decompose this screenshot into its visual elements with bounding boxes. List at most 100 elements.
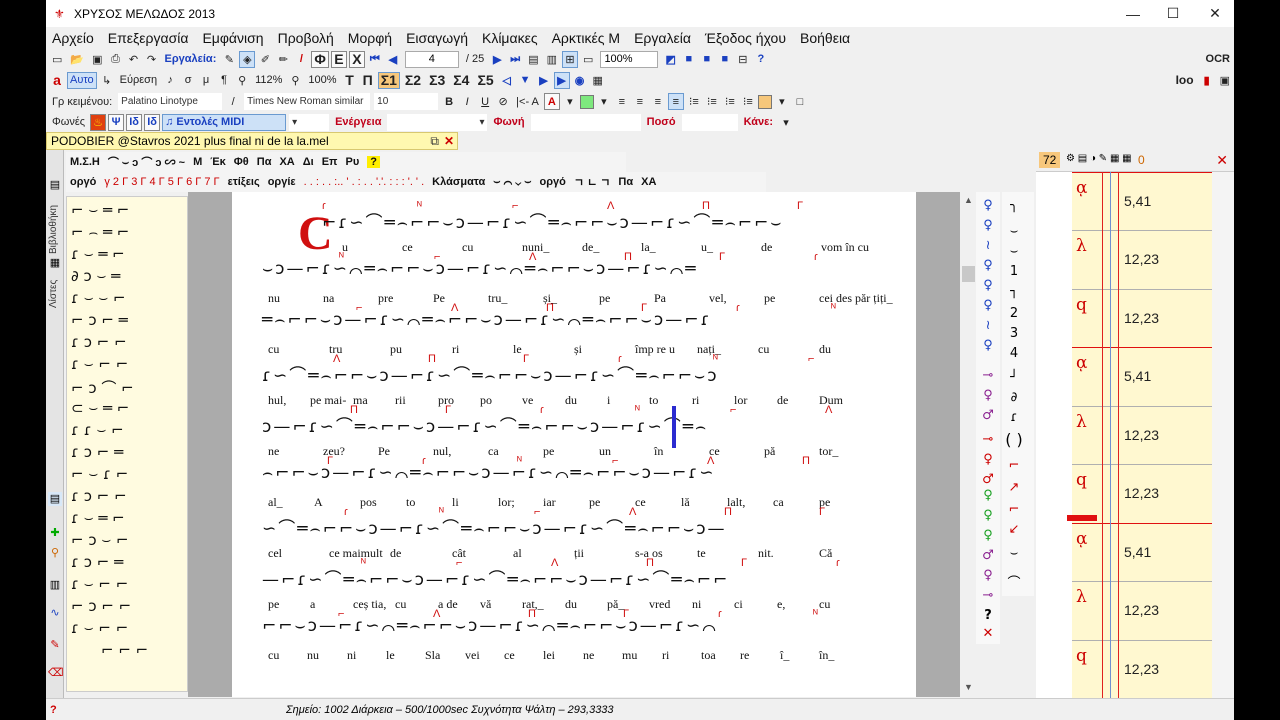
lyric-syllable[interactable]: pe	[268, 597, 279, 612]
lyric-syllable[interactable]: to	[649, 393, 658, 408]
neume-line[interactable]: ⌢⌐⌐⌣ↄ—⌐ɾ∽⌒═⌢⌐⌐⌣ↄ—⌐ɾ∽⌒═⌢⌐⌐⌣ↄ—⌐ɾ∽ Γɾ ᴺ ⌐ Λ Π	[262, 455, 882, 485]
palette-symbol[interactable]: 2	[1002, 306, 1026, 321]
first-page-icon[interactable]: ⏮	[367, 51, 383, 68]
palette-symbol[interactable]: ( )	[1002, 430, 1026, 449]
neume-glyph[interactable]: ⌐ ⌐ ⌐	[101, 641, 148, 659]
lists-tab[interactable]: Λίστες	[48, 272, 62, 308]
palette-symbol[interactable]: ≀	[976, 318, 1000, 333]
neume-glyph[interactable]: ⌐ ↄ ⌒ ⌐	[71, 377, 134, 398]
print-icon[interactable]: ⎙	[108, 51, 124, 68]
menu-appearance[interactable]: Εμφάνιση	[202, 30, 263, 46]
lyric-syllable[interactable]: ce	[635, 495, 646, 510]
glyph-tab-fractions[interactable]: Κλάσματα	[432, 176, 485, 188]
glyph-tab-ek[interactable]: Έκ	[210, 156, 226, 168]
lyric-syllable[interactable]: li	[452, 495, 459, 510]
palette-symbol[interactable]: ♀	[976, 528, 1000, 543]
lyric-syllable[interactable]: tru_	[488, 291, 507, 306]
lyric-syllable[interactable]: ce maimult	[329, 546, 383, 561]
neume-line[interactable]: ═⌢⌐⌐⌣ↄ—⌐ɾ∽⌒═⌢⌐⌐⌣ↄ—⌐ɾ∽⌒═⌢⌐⌐⌣ↄ—⌐ɾ ⌐ Λ Π Γɾ ᴺ	[262, 302, 882, 332]
panel-tools-icon[interactable]: ⚙ ▤ ◑ ✎ ▦ ▦	[1066, 153, 1132, 164]
lyric-syllable[interactable]: a	[310, 597, 315, 612]
palette-symbol[interactable]: ♀	[976, 452, 1000, 467]
side-icon-2[interactable]: ▦	[48, 256, 62, 270]
psi-button[interactable]: Ψ	[108, 113, 125, 131]
menu-help[interactable]: Βοήθεια	[800, 30, 850, 46]
p-button[interactable]: Π	[360, 72, 376, 89]
zoom-select[interactable]: 100%	[600, 50, 659, 68]
neume-glyph[interactable]: ɾ ⌣ ⌐ ⌐	[71, 355, 128, 373]
lyric-syllable[interactable]: de	[777, 393, 788, 408]
palette-symbol[interactable]: ♀	[976, 218, 1000, 233]
align-center-icon[interactable]: ≡	[632, 93, 648, 110]
glyph-tab-xa[interactable]: ΧΑ	[279, 156, 294, 168]
lyric-syllable[interactable]: pe mai-	[310, 393, 346, 408]
glyph-tab-ep[interactable]: Επ	[322, 156, 338, 168]
align-right-icon[interactable]: ≡	[650, 93, 666, 110]
pitch-row-value[interactable]: 5,41	[1124, 544, 1151, 560]
text-color-button[interactable]: A	[543, 93, 560, 110]
lyric-syllable[interactable]: Pa	[654, 291, 666, 306]
ocr-button[interactable]: OCR	[1206, 53, 1230, 65]
palette-symbol[interactable]: ⊸	[976, 432, 1000, 447]
list-icon-3[interactable]: ⁝≡	[722, 93, 738, 110]
pencil-icon[interactable]: ✏	[275, 51, 291, 68]
lyric-syllable[interactable]: du	[565, 597, 577, 612]
palette-symbol[interactable]: ɾ	[1002, 410, 1026, 425]
tool-icon-5[interactable]: ⚲	[234, 72, 250, 89]
palette-symbol[interactable]: ↙	[1002, 522, 1026, 537]
palette-symbol[interactable]: ⌒	[1002, 572, 1026, 591]
lyric-syllable[interactable]: le	[513, 342, 522, 357]
neume-glyph[interactable]: ɾ ↄ ⌐ ⌐	[71, 487, 127, 505]
layout-icon-4[interactable]: ■	[717, 51, 733, 68]
close-button[interactable]: ✕	[1192, 0, 1234, 27]
glyph-dots[interactable]: . . : . . :.. ' . : . . '.'. : : : '. ' …	[304, 176, 425, 188]
menu-scales[interactable]: Κλίμακες	[482, 30, 538, 46]
dropdown-arrow-icon[interactable]: ▾	[778, 114, 794, 131]
lyric-syllable[interactable]: a de	[438, 597, 458, 612]
pitch-row-value[interactable]: 5,41	[1124, 193, 1151, 209]
palette-symbol[interactable]: ♀	[976, 568, 1000, 583]
lyric-syllable[interactable]: e,	[777, 597, 785, 612]
lyric-syllable[interactable]: un	[599, 444, 611, 459]
lyric-syllable[interactable]: iar	[543, 495, 556, 510]
palette-symbol[interactable]: ⊸	[976, 368, 1000, 383]
tool-icon-3[interactable]: σ	[180, 72, 196, 89]
palette-symbol[interactable]: 1	[1002, 264, 1026, 279]
voice-fire-icon[interactable]: ♨	[90, 113, 107, 131]
lyric-syllable[interactable]: pe	[543, 444, 554, 459]
lyric-syllable[interactable]: în	[654, 444, 663, 459]
open-folder-icon[interactable]: 📂	[67, 51, 87, 68]
lyric-syllable[interactable]: ții	[574, 546, 584, 561]
fill-color-icon[interactable]	[757, 94, 772, 109]
palette-symbol[interactable]: ⌐	[1002, 458, 1026, 473]
sigma4-button[interactable]: Σ4	[450, 72, 472, 89]
palette-symbol[interactable]: ♀	[976, 508, 1000, 523]
panel-close-button[interactable]: ✕	[1216, 152, 1228, 169]
scroll-down-icon[interactable]: ▼	[964, 682, 973, 692]
lyric-syllable[interactable]: vel,	[709, 291, 727, 306]
undock-icon[interactable]: ⧉	[430, 133, 439, 149]
palette-help-icon[interactable]: ?	[976, 608, 1000, 623]
palette-symbol[interactable]: ∂	[1002, 390, 1026, 405]
lyric-syllable[interactable]: ri	[662, 648, 669, 663]
palette-symbol[interactable]: ♀	[976, 258, 1000, 273]
panel-number[interactable]: 72	[1039, 152, 1061, 168]
list-icon-4[interactable]: ⁝≡	[740, 93, 756, 110]
lyric-syllable[interactable]: le	[386, 648, 395, 663]
palette-close-icon[interactable]: ✕	[976, 626, 1000, 641]
dropdown-arrow-icon[interactable]: ▾	[774, 93, 790, 110]
chart-icon[interactable]: ∿	[48, 606, 62, 620]
lyric-syllable[interactable]: pe	[589, 495, 600, 510]
next-page-icon[interactable]: ▶	[489, 51, 505, 68]
right-tool-label[interactable]: Ιoo	[1176, 73, 1194, 87]
lyric-syllable[interactable]: Pe	[433, 291, 445, 306]
tool-icon-7[interactable]: ⊘	[495, 93, 511, 110]
red-pen-icon[interactable]: /	[293, 51, 309, 68]
panel-body[interactable]: ᾳ 5,41 λ 12,23 q 12,23 ᾳ 5,41 λ 12,23 q 12,23 ᾳ 5,41 λ…	[1072, 172, 1212, 698]
lyric-syllable[interactable]: u_	[701, 240, 713, 255]
energy-select[interactable]: ▾	[387, 113, 488, 131]
pitch-row-value[interactable]: 5,41	[1124, 368, 1151, 384]
menu-format[interactable]: Μορφή	[348, 30, 392, 46]
secondary-font-select[interactable]: Times New Roman similar	[244, 93, 371, 110]
book-icon[interactable]: ▮	[1199, 72, 1215, 89]
